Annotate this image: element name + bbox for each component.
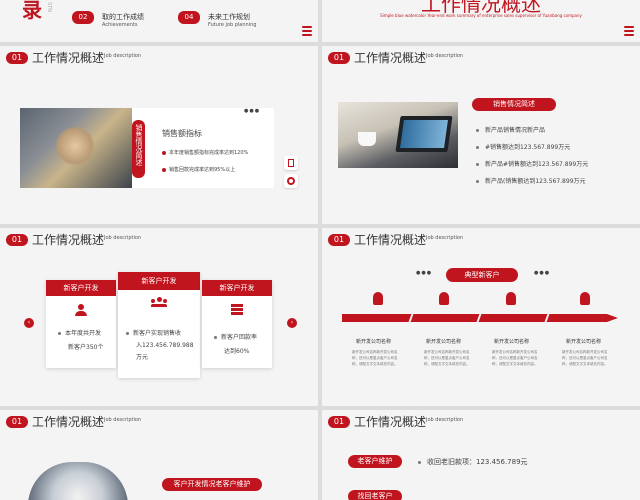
sales-bullet-1: 本年度销售额指标完成率达到120% bbox=[162, 149, 248, 156]
sales-index-heading: 销售额指标 bbox=[162, 129, 202, 138]
card-line: 入123.456.789.988 bbox=[136, 342, 194, 349]
client-col-text: 称，还可以是重点客户公司名 bbox=[562, 356, 608, 360]
slide-cover[interactable]: 工作情况概述 Simple blue watercolor Year-end w… bbox=[322, 0, 640, 42]
agenda-num-04: 04 bbox=[178, 11, 200, 24]
client-col-title: 新开发公司名称 bbox=[494, 339, 530, 345]
client-figure-icon bbox=[373, 292, 383, 305]
dots-decor-right: ●●● bbox=[534, 270, 551, 276]
white-panel bbox=[132, 108, 274, 188]
team-hands-photo bbox=[20, 108, 132, 188]
agenda-num-02: 02 bbox=[72, 11, 94, 24]
layers-icon bbox=[231, 304, 243, 316]
header-subtitle: Job description bbox=[104, 53, 142, 59]
client-figure-icon bbox=[439, 292, 449, 305]
client-card-1[interactable]: 新客户开发 本年度共开发 新客户350个 bbox=[46, 280, 116, 368]
agenda-sub-04: Future job planning bbox=[208, 22, 257, 28]
dots-decor-left: ●●● bbox=[416, 270, 433, 276]
client-col-text: 新开发公司名称新开发公司名 bbox=[562, 350, 608, 354]
header-title: 工作情况概述 bbox=[32, 233, 105, 247]
slide-sales-brief[interactable]: 01 工作情况概述 Job description 销售情况简述 新产品销售情况… bbox=[322, 46, 640, 224]
handshake-photo bbox=[28, 462, 128, 500]
brief-bullet-4: 新产品(销售额达到123.567.899万元 bbox=[476, 176, 586, 185]
dots-decor: ●●● bbox=[244, 108, 261, 114]
header-subtitle: Job description bbox=[104, 235, 142, 241]
client-col-text: 新开发公司名称新开发公司名 bbox=[352, 350, 398, 354]
target-icon[interactable] bbox=[284, 174, 298, 188]
card-line: 本年度共开发 bbox=[58, 328, 101, 337]
card-line: 万元 bbox=[136, 354, 149, 361]
client-col-text: 称，还可以是重点客户公司名 bbox=[352, 356, 398, 360]
client-col-text: 称，请配文字文本填充内容。 bbox=[352, 362, 398, 366]
client-card-3[interactable]: 新客户开发 新客户回款率 达到60% bbox=[202, 280, 272, 368]
header-num: 01 bbox=[328, 234, 350, 246]
client-col-title: 新开发公司名称 bbox=[426, 339, 462, 345]
card-line: 新客户350个 bbox=[68, 344, 104, 351]
slide-agenda[interactable]: 录 STN 02 取的工作成绩 Achievements 04 未来工作规划 F… bbox=[0, 0, 318, 42]
tablet-photo bbox=[338, 102, 458, 168]
client-col-text: 称，还可以是重点客户公司名 bbox=[492, 356, 538, 360]
card-head: 新客户开发 bbox=[46, 280, 116, 296]
menu-icon[interactable] bbox=[302, 26, 312, 36]
client-col-title: 新开发公司名称 bbox=[566, 339, 602, 345]
menu-icon[interactable] bbox=[624, 26, 634, 36]
slide-typical-clients[interactable]: 01 工作情况概述 Job description ●●● 典型新客户 ●●● … bbox=[322, 228, 640, 406]
header-title: 工作情况概述 bbox=[354, 233, 427, 247]
header-num: 01 bbox=[6, 52, 28, 64]
client-col-text: 称，请配文字文本填充内容。 bbox=[492, 362, 538, 366]
header-num: 01 bbox=[6, 234, 28, 246]
cover-subtitle: Simple blue watercolor Year-end work sum… bbox=[380, 13, 582, 18]
slide-old-client-maint[interactable]: 01 工作情况概述 Job description 老客户维护 收回老旧款项：1… bbox=[322, 410, 640, 500]
agenda-vertical-tag: STN bbox=[46, 2, 52, 12]
typical-clients-pill: 典型新客户 bbox=[446, 268, 518, 282]
header-title: 工作情况概述 bbox=[354, 51, 427, 65]
card-line: 新客户回款率 bbox=[214, 332, 257, 341]
brief-bullet-1: 新产品销售情况新产品 bbox=[476, 125, 545, 134]
header-title: 工作情况概述 bbox=[354, 415, 427, 429]
client-figure-icon bbox=[580, 292, 590, 305]
agenda-sub-02: Achievements bbox=[102, 22, 138, 28]
client-col-text: 称，请配文字文本填充内容。 bbox=[562, 362, 608, 366]
prev-arrow-button[interactable]: ‹ bbox=[24, 318, 34, 328]
agenda-title-02[interactable]: 取的工作成绩 bbox=[102, 12, 144, 22]
brief-bullet-3: 新产品#销售额达到123.567.899万元 bbox=[476, 159, 588, 168]
header-num: 01 bbox=[328, 416, 350, 428]
client-col-text: 新开发公司名称新开发公司名 bbox=[424, 350, 470, 354]
header-num: 01 bbox=[328, 52, 350, 64]
collect-bullet: 收回老旧款项：123.456.789元 bbox=[418, 457, 528, 467]
card-line: 达到60% bbox=[224, 348, 250, 355]
next-arrow-button[interactable]: › bbox=[287, 318, 297, 328]
brief-bullet-2: #销售额达到123.567.899万元 bbox=[476, 142, 570, 151]
sales-bullet-2: 销售回款完成率达到95%以上 bbox=[162, 166, 235, 173]
card-head: 新客户开发 bbox=[202, 280, 272, 296]
header-subtitle: Job description bbox=[426, 235, 464, 241]
slide-sales-index[interactable]: 01 工作情况概述 Job description 销售情况简述 销售额指标 本… bbox=[0, 46, 318, 224]
slide-new-clients[interactable]: 01 工作情况概述 Job description ‹ › 新客户开发 本年度共… bbox=[0, 228, 318, 406]
client-col-text: 称，请配文字文本填充内容。 bbox=[424, 362, 470, 366]
vertical-label-text: 销售情况简述 bbox=[135, 124, 143, 166]
old-client-dev-pill: 客户开发情况老客户维护 bbox=[162, 478, 262, 491]
header-subtitle: Job description bbox=[426, 53, 464, 59]
retrieve-client-pill: 找回老客户 bbox=[348, 490, 402, 500]
old-client-maint-pill: 老客户维护 bbox=[348, 455, 402, 468]
agenda-big-char: 录 bbox=[22, 0, 42, 22]
header-subtitle: Job description bbox=[104, 417, 142, 423]
header-num: 01 bbox=[6, 416, 28, 428]
client-col-text: 称，还可以是重点客户公司名 bbox=[424, 356, 470, 360]
slide-old-client-dev[interactable]: 01 工作情况概述 Job description 客户开发情况老客户维护 bbox=[0, 410, 318, 500]
card-line: 新客户实现销售收 bbox=[126, 328, 181, 337]
client-figure-icon bbox=[506, 292, 516, 305]
client-col-title: 新开发公司名称 bbox=[356, 339, 392, 345]
document-icon[interactable] bbox=[284, 156, 298, 170]
agenda-title-04[interactable]: 未来工作规划 bbox=[208, 12, 250, 22]
header-subtitle: Job description bbox=[426, 417, 464, 423]
user-icon bbox=[75, 304, 87, 316]
group-icon bbox=[151, 297, 167, 307]
client-card-2[interactable]: 新客户开发 新客户实现销售收 入123.456.789.988 万元 bbox=[118, 272, 200, 378]
client-col-text: 新开发公司名称新开发公司名 bbox=[492, 350, 538, 354]
header-title: 工作情况概述 bbox=[32, 415, 105, 429]
card-head: 新客户开发 bbox=[118, 272, 200, 290]
sales-brief-pill: 销售情况简述 bbox=[472, 98, 556, 111]
header-title: 工作情况概述 bbox=[32, 51, 105, 65]
